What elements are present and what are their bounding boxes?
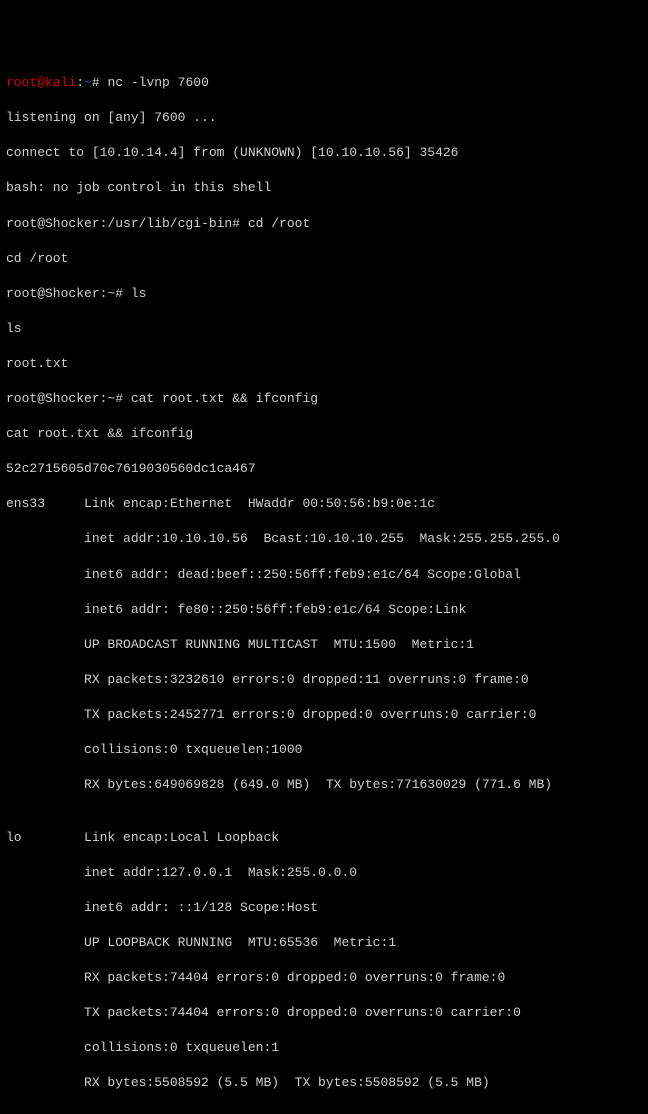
echo-ls: ls xyxy=(6,320,642,338)
ifconfig-ens33-inet6-link: inet6 addr: fe80::250:56ff:feb9:e1c/64 S… xyxy=(6,601,642,619)
ifconfig-lo-header: lo Link encap:Local Loopback xyxy=(6,829,642,847)
ifconfig-ens33-bytes: RX bytes:649069828 (649.0 MB) TX bytes:7… xyxy=(6,776,642,794)
ifconfig-ens33-inet: inet addr:10.10.10.56 Bcast:10.10.10.255… xyxy=(6,530,642,548)
prompt-line-shocker-ls[interactable]: root@Shocker:~# ls xyxy=(6,285,642,303)
echo-cat-ifconfig: cat root.txt && ifconfig xyxy=(6,425,642,443)
prompt-hash: # xyxy=(92,75,108,90)
output-connect: connect to [10.10.14.4] from (UNKNOWN) [… xyxy=(6,144,642,162)
ifconfig-ens33-coll: collisions:0 txqueuelen:1000 xyxy=(6,741,642,759)
prompt-line-kali[interactable]: root@kali:~# nc -lvnp 7600 xyxy=(6,74,642,92)
output-flag: 52c2715605d70c7619030560dc1ca467 xyxy=(6,460,642,478)
prompt-line-shocker-cgibin[interactable]: root@Shocker:/usr/lib/cgi-bin# cd /root xyxy=(6,215,642,233)
ifconfig-lo-rx: RX packets:74404 errors:0 dropped:0 over… xyxy=(6,969,642,987)
output-listening: listening on [any] 7600 ... xyxy=(6,109,642,127)
prompt-path: ~ xyxy=(84,75,92,90)
ifconfig-lo-inet6: inet6 addr: ::1/128 Scope:Host xyxy=(6,899,642,917)
prompt-line-shocker-cat[interactable]: root@Shocker:~# cat root.txt && ifconfig xyxy=(6,390,642,408)
prompt-sep: : xyxy=(76,75,84,90)
ifconfig-ens33-tx: TX packets:2452771 errors:0 dropped:0 ov… xyxy=(6,706,642,724)
ifconfig-ens33-inet6-global: inet6 addr: dead:beef::250:56ff:feb9:e1c… xyxy=(6,566,642,584)
ifconfig-ens33-rx: RX packets:3232610 errors:0 dropped:11 o… xyxy=(6,671,642,689)
prompt-user-host: root@kali xyxy=(6,75,76,90)
output-roottxt: root.txt xyxy=(6,355,642,373)
ifconfig-lo-inet: inet addr:127.0.0.1 Mask:255.0.0.0 xyxy=(6,864,642,882)
cmd-nc: nc -lvnp 7600 xyxy=(107,75,208,90)
ifconfig-lo-tx: TX packets:74404 errors:0 dropped:0 over… xyxy=(6,1004,642,1022)
echo-cd-root: cd /root xyxy=(6,250,642,268)
ifconfig-ens33-header: ens33 Link encap:Ethernet HWaddr 00:50:5… xyxy=(6,495,642,513)
ifconfig-lo-bytes: RX bytes:5508592 (5.5 MB) TX bytes:55085… xyxy=(6,1074,642,1092)
output-nojobcontrol: bash: no job control in this shell xyxy=(6,179,642,197)
ifconfig-lo-coll: collisions:0 txqueuelen:1 xyxy=(6,1039,642,1057)
ifconfig-lo-flags: UP LOOPBACK RUNNING MTU:65536 Metric:1 xyxy=(6,934,642,952)
ifconfig-ens33-flags: UP BROADCAST RUNNING MULTICAST MTU:1500 … xyxy=(6,636,642,654)
